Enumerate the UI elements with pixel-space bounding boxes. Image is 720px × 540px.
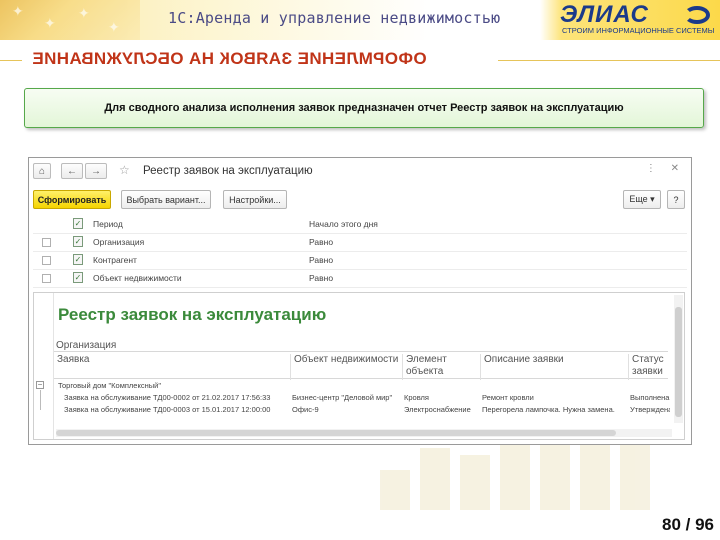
cell-request: Заявка на обслуживание ТД00-0002 от 21.0… [64, 393, 271, 402]
header-decoration: ✦ ✦ ✦ ✦ [0, 0, 140, 40]
cell-element: Кровля [404, 393, 429, 402]
column-header-element[interactable]: Элемент объекта [402, 354, 480, 380]
table-row[interactable]: Заявка на обслуживание ТД00-0003 от 15.0… [54, 404, 670, 416]
cell-description: Перегорела лампочка. Нужна замена. [482, 405, 615, 414]
cell-property: Офис-9 [292, 405, 319, 414]
company-logo: ЭЛИАС СТРОИМ ИНФОРМАЦИОННЫЕ СИСТЕМЫ [556, 1, 716, 39]
setting-enabled-icon[interactable]: ✓ [73, 272, 83, 283]
title-divider-left [0, 60, 22, 61]
setting-enabled-icon[interactable]: ✓ [73, 254, 83, 265]
tree-connector [40, 390, 41, 410]
group-name: Торговый дом "Комплексный" [58, 381, 161, 390]
cell-element: Электроснабжение [404, 405, 471, 414]
settings-button[interactable]: Настройки... [223, 190, 287, 209]
arrow-left-icon: ← [67, 165, 77, 177]
page-number: 80 / 96 [662, 515, 714, 534]
report-header-row: Заявка Объект недвижимости Элемент объек… [54, 351, 668, 380]
setting-row-counterparty: ✓ Контрагент Равно [33, 252, 687, 270]
cell-description: Ремонт кровли [482, 393, 534, 402]
setting-row-organization: ✓ Организация Равно [33, 234, 687, 252]
collapse-icon[interactable]: − [36, 381, 44, 389]
generate-button[interactable]: Сформировать [33, 190, 111, 209]
info-callout: Для сводного анализа исполнения заявок п… [24, 88, 704, 128]
setting-row-property: ✓ Объект недвижимости Равно [33, 270, 687, 288]
forward-button[interactable]: → [85, 163, 107, 179]
title-divider-right [498, 60, 720, 61]
logo-text: ЭЛИАС [560, 1, 649, 28]
report-window: ⌂ ← → ☆ Реестр заявок на эксплуатацию ⋮ … [28, 157, 692, 445]
horizontal-scrollbar[interactable] [56, 429, 672, 437]
logo-swoosh-icon [684, 6, 710, 24]
setting-enabled-icon[interactable]: ✓ [73, 218, 83, 229]
cell-status: Утверждена [630, 405, 670, 414]
report-group-label: Организация [56, 340, 117, 351]
setting-checkbox[interactable] [42, 256, 51, 265]
cell-property: Бизнес-центр "Деловой мир" [292, 393, 393, 402]
report-output: Реестр заявок на эксплуатацию Организаци… [33, 292, 685, 440]
setting-value[interactable]: Равно [309, 237, 333, 247]
setting-name: Период [93, 219, 123, 229]
setting-row-period: ✓ Период Начало этого дня [33, 216, 687, 234]
vertical-scroll-thumb[interactable] [675, 307, 682, 417]
report-title: Реестр заявок на эксплуатацию [58, 305, 327, 324]
more-button[interactable]: Еще ▾ [623, 190, 661, 209]
logo-subtitle: СТРОИМ ИНФОРМАЦИОННЫЕ СИСТЕМЫ [562, 26, 715, 35]
setting-checkbox[interactable] [42, 238, 51, 247]
window-title-bar: ⌂ ← → ☆ Реестр заявок на эксплуатацию ⋮ … [29, 158, 691, 184]
report-settings-list: ✓ Период Начало этого дня ✓ Организация … [33, 216, 687, 288]
help-button[interactable]: ? [667, 190, 685, 209]
home-icon: ⌂ [38, 165, 46, 177]
report-tree-gutter [34, 293, 54, 439]
setting-checkbox[interactable] [42, 274, 51, 283]
cell-request: Заявка на обслуживание ТД00-0003 от 15.0… [64, 405, 271, 414]
info-callout-text: Для сводного анализа исполнения заявок п… [104, 102, 624, 114]
setting-value[interactable]: Начало этого дня [309, 219, 378, 229]
home-button[interactable]: ⌂ [33, 163, 51, 179]
setting-name: Объект недвижимости [93, 273, 182, 283]
window-title: Реестр заявок на эксплуатацию [143, 165, 313, 177]
setting-name: Организация [93, 237, 145, 247]
setting-name: Контрагент [93, 255, 137, 265]
column-header-property[interactable]: Объект недвижимости [290, 354, 402, 380]
vertical-scrollbar[interactable] [674, 295, 683, 423]
setting-enabled-icon[interactable]: ✓ [73, 236, 83, 247]
column-header-status[interactable]: Статус заявки [628, 354, 668, 380]
back-button[interactable]: ← [61, 163, 83, 179]
favorite-star-icon[interactable]: ☆ [119, 163, 130, 177]
cell-status: Выполнена [630, 393, 670, 402]
window-menu-icons[interactable]: ⋮ ✕ [646, 163, 685, 174]
arrow-right-icon: → [91, 165, 101, 177]
column-header-description[interactable]: Описание заявки [480, 354, 628, 380]
horizontal-scroll-thumb[interactable] [56, 430, 616, 436]
setting-value[interactable]: Равно [309, 255, 333, 265]
report-group-row[interactable]: Торговый дом "Комплексный" [54, 380, 668, 392]
column-header-request[interactable]: Заявка [54, 354, 290, 380]
choose-variant-button[interactable]: Выбрать вариант... [121, 190, 211, 209]
app-title: 1С:Аренда и управление недвижимостью [168, 9, 501, 27]
setting-value[interactable]: Равно [309, 273, 333, 283]
table-row[interactable]: Заявка на обслуживание ТД00-0002 от 21.0… [54, 392, 670, 404]
report-toolbar: Сформировать Выбрать вариант... Настройк… [29, 190, 691, 210]
section-title: ОФОРМЛЕНИЕ ЗАЯВОК НА ОБСЛУЖИВАНИЕ [32, 49, 427, 68]
